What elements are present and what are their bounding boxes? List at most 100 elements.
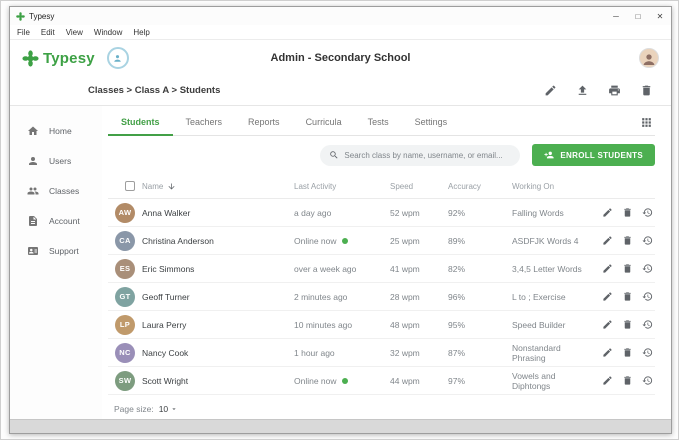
student-working-on: Nonstandard Phrasing [512,343,591,363]
printer-icon [608,84,621,97]
history-student-icon[interactable] [642,375,653,386]
sidebar-item-classes[interactable]: Classes [10,176,102,206]
table-row[interactable]: CA Christina Anderson Online now 25 wpm … [108,227,655,255]
student-speed: 28 wpm [390,292,448,302]
edit-student-icon[interactable] [602,375,613,386]
minimize-button[interactable]: ─ [605,7,627,25]
history-student-icon[interactable] [642,347,653,358]
history-student-icon[interactable] [642,207,653,218]
enroll-students-button[interactable]: ENROLL STUDENTS [532,144,655,166]
menu-help[interactable]: Help [133,28,149,37]
student-accuracy: 97% [448,376,512,386]
sidebar-item-support[interactable]: Support [10,236,102,266]
window-title: Typesy [29,12,54,21]
sidebar-item-account[interactable]: Account [10,206,102,236]
edit-student-icon[interactable] [602,207,613,218]
edit-student-icon[interactable] [602,319,613,330]
table-body: AW Anna Walker a day ago 52 wpm 92% Fall… [108,199,655,395]
row-actions [591,347,655,358]
profile-avatar[interactable] [639,48,659,68]
delete-student-icon[interactable] [622,207,633,218]
tab-tests[interactable]: Tests [355,110,402,136]
delete-student-icon[interactable] [622,263,633,274]
student-accuracy: 92% [448,208,512,218]
student-name: Eric Simmons [142,264,294,274]
col-speed[interactable]: Speed [390,182,448,191]
tab-students[interactable]: Students [108,110,173,136]
tab-curricula[interactable]: Curricula [293,110,355,136]
sidebar-label: Home [49,126,72,136]
history-student-icon[interactable] [642,291,653,302]
search-icon [329,150,339,160]
people-icon [27,185,39,197]
app-window: Typesy ─ □ ✕ File Edit View Window Help … [9,6,672,434]
table-row[interactable]: GT Geoff Turner 2 minutes ago 28 wpm 96%… [108,283,655,311]
col-name[interactable]: Name [142,182,163,191]
select-all-checkbox[interactable] [125,181,135,191]
last-activity: over a week ago [294,264,390,274]
enroll-button-label: ENROLL STUDENTS [560,151,643,160]
sidebar-item-users[interactable]: Users [10,146,102,176]
tab-teachers[interactable]: Teachers [173,110,236,136]
last-activity: 10 minutes ago [294,320,390,330]
home-icon [27,125,39,137]
history-student-icon[interactable] [642,235,653,246]
student-speed: 41 wpm [390,264,448,274]
student-name: Geoff Turner [142,292,294,302]
edit-student-icon[interactable] [602,291,613,302]
student-name: Laura Perry [142,320,294,330]
search-input[interactable] [344,151,511,160]
delete-student-icon[interactable] [622,235,633,246]
upload-button[interactable] [576,84,589,97]
student-speed: 25 wpm [390,236,448,246]
maximize-button[interactable]: □ [627,7,649,25]
table-row[interactable]: SW Scott Wright Online now 44 wpm 97% Vo… [108,367,655,395]
student-working-on: ASDFJK Words 4 [512,236,591,246]
sidebar: Home Users Classes Account Support [10,106,102,419]
pencil-icon [544,84,557,97]
student-working-on: Speed Builder [512,320,591,330]
page-size-select[interactable]: 10 [159,404,178,414]
breadcrumb[interactable]: Classes > Class A > Students [88,85,220,96]
history-student-icon[interactable] [642,319,653,330]
menu-edit[interactable]: Edit [41,28,55,37]
edit-student-icon[interactable] [602,347,613,358]
delete-class-button[interactable] [640,84,653,97]
sidebar-item-home[interactable]: Home [10,116,102,146]
edit-student-icon[interactable] [602,263,613,274]
col-last-activity[interactable]: Last Activity [294,182,390,191]
student-working-on: Vowels and Diphtongs [512,371,591,391]
table-row[interactable]: LP Laura Perry 10 minutes ago 48 wpm 95%… [108,311,655,339]
person-add-icon [544,150,554,160]
print-button[interactable] [608,84,621,97]
history-student-icon[interactable] [642,263,653,274]
col-accuracy[interactable]: Accuracy [448,182,512,191]
tab-settings[interactable]: Settings [402,110,461,136]
menu-file[interactable]: File [17,28,30,37]
edit-student-icon[interactable] [602,235,613,246]
row-actions [591,319,655,330]
student-avatar: CA [115,231,135,251]
tab-reports[interactable]: Reports [235,110,293,136]
typesy-flower-icon [22,50,39,67]
col-working-on[interactable]: Working On [512,182,591,191]
page-size-value: 10 [159,404,168,414]
table-row[interactable]: ES Eric Simmons over a week ago 41 wpm 8… [108,255,655,283]
student-accuracy: 95% [448,320,512,330]
table-row[interactable]: AW Anna Walker a day ago 52 wpm 92% Fall… [108,199,655,227]
window-controls: ─ □ ✕ [605,7,671,25]
menu-window[interactable]: Window [94,28,122,37]
upload-icon [576,84,589,97]
student-speed: 44 wpm [390,376,448,386]
edit-class-button[interactable] [544,84,557,97]
table-row[interactable]: NC Nancy Cook 1 hour ago 32 wpm 87% Nons… [108,339,655,367]
delete-student-icon[interactable] [622,347,633,358]
row-actions [591,207,655,218]
delete-student-icon[interactable] [622,291,633,302]
delete-student-icon[interactable] [622,319,633,330]
grid-view-icon[interactable] [640,116,655,129]
app-header: Typesy Admin - Secondary School [10,40,671,76]
menu-view[interactable]: View [66,28,83,37]
close-button[interactable]: ✕ [649,7,671,25]
delete-student-icon[interactable] [622,375,633,386]
